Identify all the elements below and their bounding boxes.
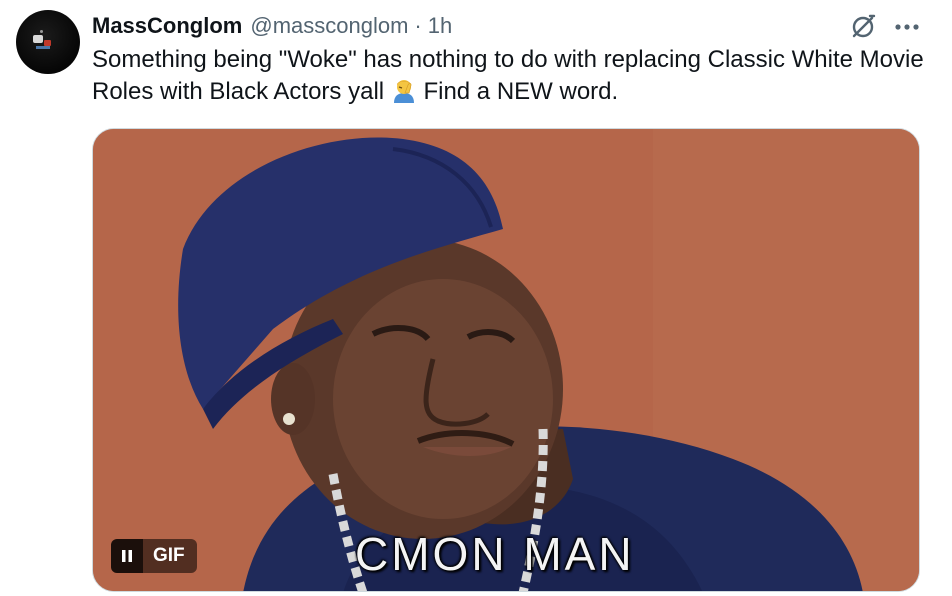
tweet[interactable]: MassConglom @massconglom · 1h Something … (0, 0, 952, 596)
avatar[interactable] (16, 10, 80, 74)
timestamp[interactable]: 1h (428, 12, 452, 40)
separator: · (414, 13, 422, 38)
tweet-text-part2: Find a NEW word. (423, 78, 619, 105)
pause-icon[interactable] (111, 539, 143, 573)
gif-frame-image (93, 129, 919, 591)
tweet-text: Something being "Woke" has nothing to do… (92, 44, 932, 108)
handle[interactable]: @massconglom (250, 12, 408, 40)
grok-icon[interactable] (848, 12, 878, 42)
gif-controls: GIF (111, 539, 197, 573)
gif-media[interactable]: CMON MAN GIF (92, 128, 920, 592)
gif-badge: GIF (143, 539, 197, 573)
more-icon[interactable] (892, 12, 922, 42)
tweet-header: MassConglom @massconglom · 1h (92, 10, 452, 42)
facepalm-emoji-icon (391, 77, 417, 103)
display-name[interactable]: MassConglom (92, 12, 242, 40)
gif-caption: CMON MAN (355, 528, 635, 580)
